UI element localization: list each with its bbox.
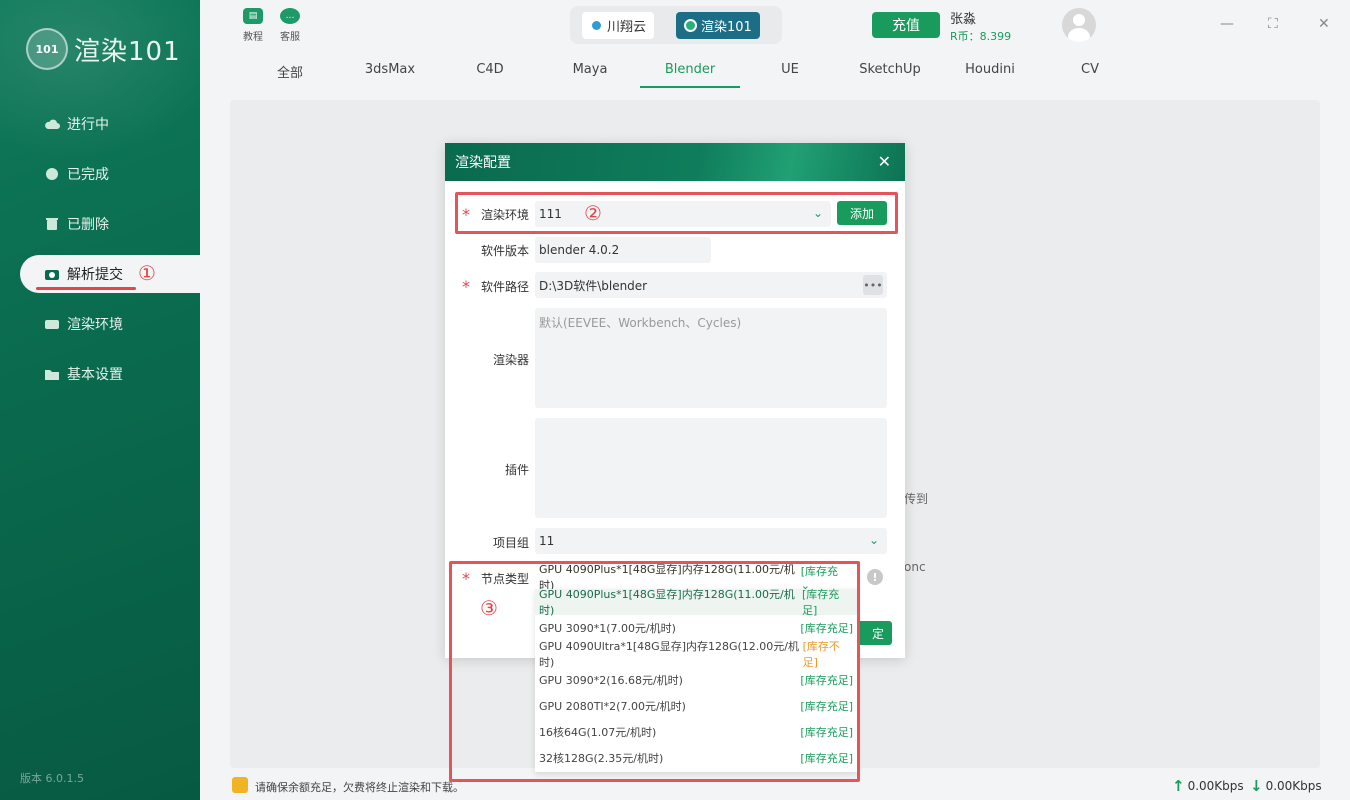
folder-icon: [45, 370, 59, 380]
sidebar-item-label: 已完成: [67, 167, 109, 183]
tab-c4d[interactable]: C4D: [440, 62, 540, 88]
chuanxiangyun-logo-icon: [590, 18, 603, 32]
maximize-icon[interactable]: ⛶: [1268, 16, 1278, 32]
sidebar: 101 渲染101 进行中 已完成 已删除 解析提交 ① 渲染环境 基本设置 版…: [0, 0, 200, 800]
path-label: 软件路径: [480, 280, 529, 294]
sidebar-nav: 进行中 已完成 已删除 解析提交 ① 渲染环境 基本设置: [20, 105, 200, 405]
minimize-icon[interactable]: —: [1220, 16, 1234, 32]
username: 张淼: [950, 12, 977, 27]
plugin-label: 插件: [504, 463, 529, 477]
app-logo: 101 渲染101: [26, 28, 181, 70]
required-mark: *: [462, 277, 470, 296]
path-value: D:\3D软件\blender: [539, 278, 648, 293]
annotation-underline: [36, 287, 136, 290]
tab-cv[interactable]: CV: [1040, 62, 1140, 88]
dialog-header: 渲染配置 ✕: [445, 143, 905, 181]
xuanran101-logo-icon: [684, 18, 698, 32]
sidebar-item-settings[interactable]: 基本设置: [20, 355, 200, 393]
sidebar-item-label: 已删除: [67, 217, 109, 233]
download-speed: ↓ 0.00Kbps: [1250, 777, 1322, 795]
browse-icon[interactable]: •••: [863, 275, 883, 295]
coin-balance: R币：8.399: [950, 30, 1012, 43]
tab-all[interactable]: 全部: [240, 62, 340, 88]
book-icon: ▤: [243, 8, 263, 24]
project-select[interactable]: 11 ⌄: [535, 528, 887, 554]
version-field: blender 4.0.2: [535, 237, 711, 263]
service-button[interactable]: … 客服: [275, 8, 305, 43]
upload-arrow-icon: ↑: [1172, 777, 1185, 795]
trash-icon: [46, 218, 58, 230]
background-text: onc: [904, 560, 926, 574]
tutorial-button[interactable]: ▤ 教程: [238, 8, 268, 43]
info-icon[interactable]: !: [867, 569, 883, 585]
tab-maya[interactable]: Maya: [540, 62, 640, 88]
close-icon[interactable]: ✕: [878, 152, 891, 171]
renderer-input[interactable]: 默认(EEVEE、Workbench、Cycles): [535, 308, 887, 408]
cloud-icon: [45, 119, 60, 129]
sidebar-item-label: 基本设置: [67, 367, 123, 383]
dialog-title: 渲染配置: [455, 155, 511, 171]
annotation-box-env: [455, 192, 898, 234]
annotation-number-1: ①: [138, 261, 156, 285]
warning-icon: [232, 777, 248, 793]
chat-icon: …: [280, 8, 300, 24]
sidebar-item-label: 渲染环境: [67, 317, 123, 333]
service-label: 客服: [280, 32, 300, 43]
switch-label: 渲染101: [701, 19, 752, 35]
balance-warning: 请确保余额充足，欠费将终止渲染和下载。: [255, 781, 464, 794]
recharge-button[interactable]: 充值: [872, 12, 940, 38]
sidebar-item-deleted[interactable]: 已删除: [20, 205, 200, 243]
logo-badge: 101: [26, 28, 68, 70]
sidebar-item-in-progress[interactable]: 进行中: [20, 105, 200, 143]
logo-text: 渲染101: [74, 36, 181, 67]
plugin-input[interactable]: [535, 418, 887, 518]
download-value: 0.00Kbps: [1265, 779, 1322, 793]
sidebar-item-completed[interactable]: 已完成: [20, 155, 200, 193]
annotation-number-2: ②: [584, 201, 602, 225]
annotation-number-3: ③: [480, 596, 498, 620]
background-text: 传到: [904, 492, 929, 506]
tab-blender[interactable]: Blender: [640, 62, 740, 88]
layers-icon: [45, 320, 59, 329]
platform-switcher: 川翔云 渲染101: [570, 6, 782, 44]
download-arrow-icon: ↓: [1250, 777, 1263, 795]
sidebar-item-label: 进行中: [67, 117, 109, 133]
renderer-label: 渲染器: [492, 353, 529, 367]
tab-houdini[interactable]: Houdini: [940, 62, 1040, 88]
avatar[interactable]: [1062, 8, 1096, 42]
software-tabs: 全部 3dsMax C4D Maya Blender UE SketchUp H…: [240, 62, 1140, 88]
annotation-box-node: [449, 561, 860, 782]
chevron-down-icon: ⌄: [868, 533, 879, 547]
version-text: 版本 6.0.1.5: [20, 772, 84, 785]
upload-value: 0.00Kbps: [1187, 779, 1244, 793]
version-label: 软件版本: [480, 244, 529, 258]
sidebar-item-render-env[interactable]: 渲染环境: [20, 305, 200, 343]
tutorial-label: 教程: [243, 32, 263, 43]
camera-icon: [45, 270, 59, 280]
switch-label: 川翔云: [607, 19, 647, 35]
tab-ue[interactable]: UE: [740, 62, 840, 88]
project-value: 11: [539, 534, 555, 548]
tab-3dsmax[interactable]: 3dsMax: [340, 62, 440, 88]
tab-sketchup[interactable]: SketchUp: [840, 62, 940, 88]
close-window-icon[interactable]: ✕: [1318, 16, 1330, 32]
sidebar-item-parse-submit[interactable]: 解析提交 ①: [20, 255, 200, 293]
upload-speed: ↑ 0.00Kbps: [1172, 777, 1244, 795]
switch-chuanxiangyun[interactable]: 川翔云: [582, 11, 655, 39]
sidebar-item-label: 解析提交: [67, 267, 123, 283]
project-label: 项目组: [492, 536, 529, 550]
check-circle-icon: [46, 168, 58, 180]
top-bar: ▤ 教程 … 客服 川翔云 渲染101 充值 张淼 R币：8.399 — ⛶ ✕…: [200, 0, 1350, 95]
switch-xuanran101[interactable]: 渲染101: [676, 11, 760, 39]
path-field[interactable]: D:\3D软件\blender •••: [535, 272, 887, 298]
